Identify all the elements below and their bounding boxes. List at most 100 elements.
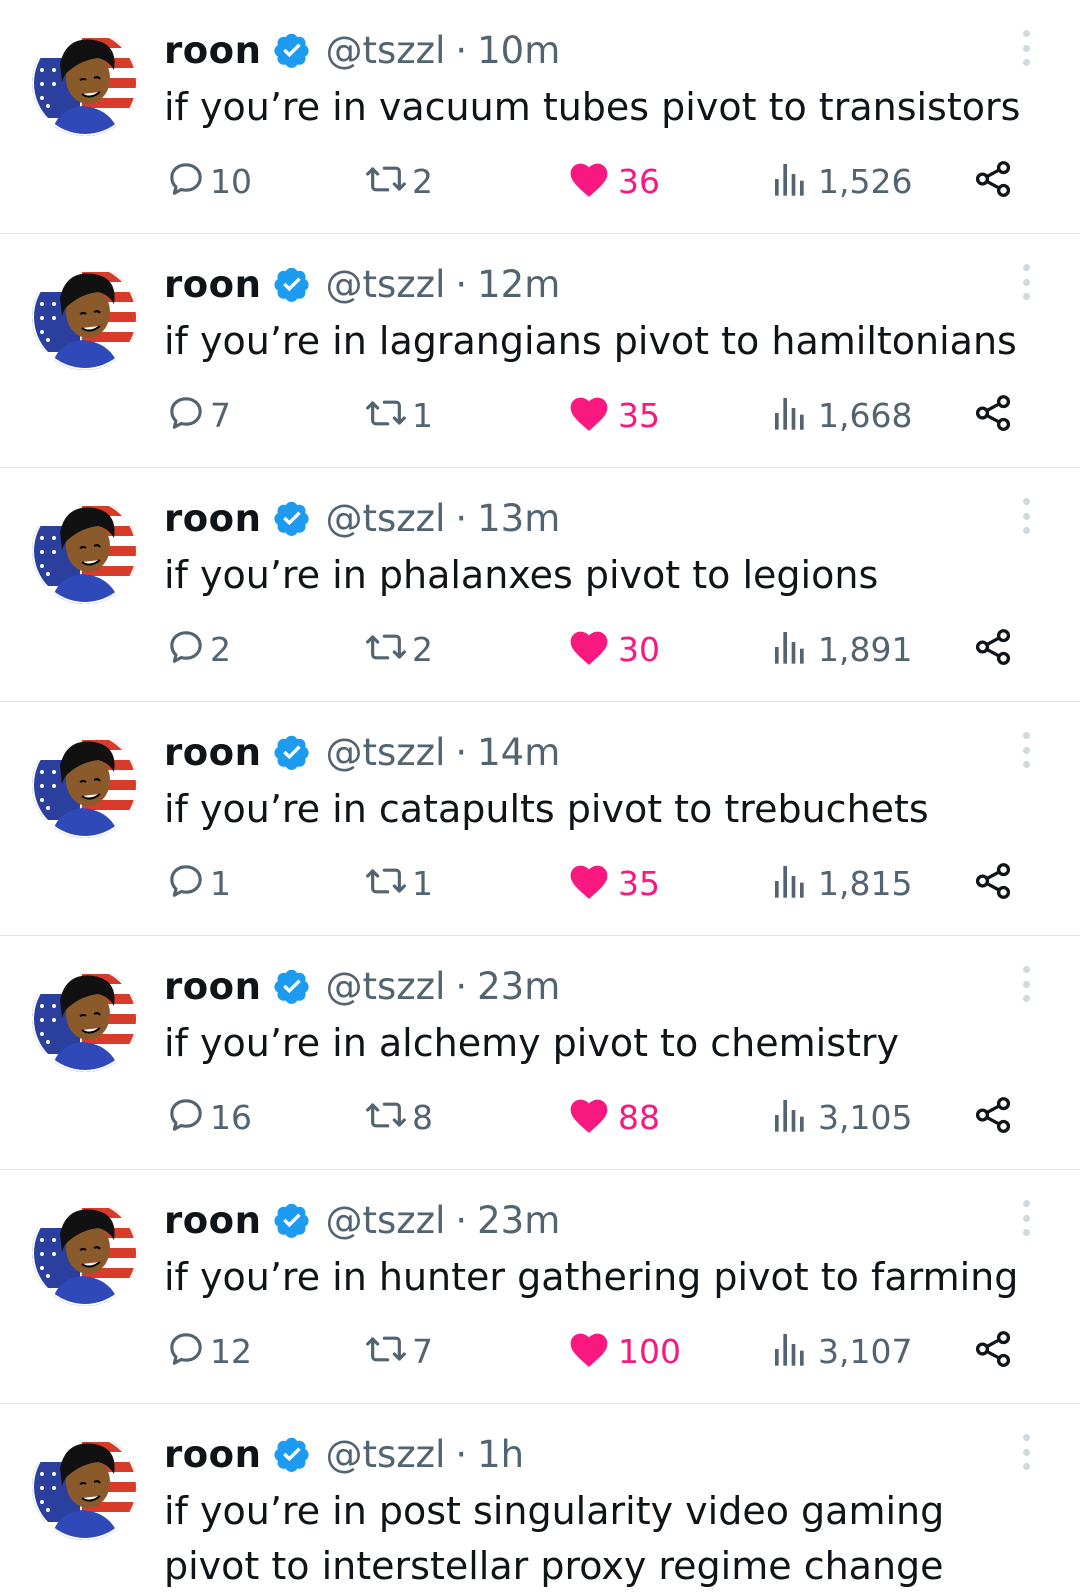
tweet[interactable]: roon @tszzl · 13m if you’re in phalanxes… xyxy=(0,468,1080,702)
tweet[interactable]: roon @tszzl · 1h if you’re in post singu… xyxy=(0,1404,1080,1593)
views-icon xyxy=(772,159,808,203)
like-button[interactable]: 36 xyxy=(568,156,660,206)
views-button[interactable]: 1,891 xyxy=(772,624,912,674)
views-count: 1,891 xyxy=(818,629,913,669)
more-icon[interactable] xyxy=(1020,1200,1032,1236)
timestamp[interactable]: 23m xyxy=(477,965,560,1008)
retweet-button[interactable]: 1 xyxy=(364,390,433,440)
more-icon[interactable] xyxy=(1020,732,1032,768)
timestamp[interactable]: 10m xyxy=(477,29,560,72)
views-button[interactable]: 1,815 xyxy=(772,858,912,908)
views-button[interactable]: 3,105 xyxy=(772,1092,912,1142)
display-name[interactable]: roon xyxy=(164,1433,261,1476)
reply-icon xyxy=(166,1329,206,1373)
more-icon[interactable] xyxy=(1020,30,1032,66)
more-icon[interactable] xyxy=(1020,966,1032,1002)
tweet-actions: 2 2 30 1,891 xyxy=(0,624,1080,674)
share-icon xyxy=(972,626,1014,672)
share-icon xyxy=(972,1094,1014,1140)
retweet-button[interactable]: 7 xyxy=(364,1326,433,1376)
display-name[interactable]: roon xyxy=(164,731,261,774)
retweet-icon xyxy=(364,1329,408,1373)
tweet[interactable]: roon @tszzl · 23m if you’re in alchemy p… xyxy=(0,936,1080,1170)
views-icon xyxy=(772,1329,808,1373)
reply-button[interactable]: 10 xyxy=(166,156,252,206)
handle[interactable]: @tszzl xyxy=(325,1199,445,1242)
tweet[interactable]: roon @tszzl · 23m if you’re in hunter ga… xyxy=(0,1170,1080,1404)
tweet[interactable]: roon @tszzl · 14m if you’re in catapults… xyxy=(0,702,1080,936)
avatar[interactable] xyxy=(32,264,138,370)
reply-button[interactable]: 7 xyxy=(166,390,231,440)
handle[interactable]: @tszzl xyxy=(325,29,445,72)
timestamp[interactable]: 12m xyxy=(477,263,560,306)
separator: · xyxy=(455,1198,468,1242)
like-button[interactable]: 88 xyxy=(568,1092,660,1142)
reply-button[interactable]: 12 xyxy=(166,1326,252,1376)
share-button[interactable] xyxy=(972,1092,1014,1142)
display-name[interactable]: roon xyxy=(164,29,261,72)
timestamp[interactable]: 13m xyxy=(477,497,560,540)
share-button[interactable] xyxy=(972,858,1014,908)
verified-badge-icon xyxy=(273,31,311,69)
share-button[interactable] xyxy=(972,156,1014,206)
timestamp[interactable]: 23m xyxy=(477,1199,560,1242)
reply-count: 7 xyxy=(210,395,231,435)
reply-count: 2 xyxy=(210,629,231,669)
retweet-button[interactable]: 2 xyxy=(364,156,433,206)
separator: · xyxy=(455,964,468,1008)
share-icon xyxy=(972,1328,1014,1374)
reply-button[interactable]: 1 xyxy=(166,858,231,908)
tweet-text: if you’re in catapults pivot to trebuche… xyxy=(164,787,929,831)
views-button[interactable]: 1,526 xyxy=(772,156,912,206)
more-icon[interactable] xyxy=(1020,264,1032,300)
reply-button[interactable]: 2 xyxy=(166,624,231,674)
handle[interactable]: @tszzl xyxy=(325,497,445,540)
views-count: 1,526 xyxy=(818,161,913,201)
like-button[interactable]: 35 xyxy=(568,390,660,440)
retweet-button[interactable]: 8 xyxy=(364,1092,433,1142)
like-count: 36 xyxy=(618,161,660,201)
tweet-text: if you’re in alchemy pivot to chemistry xyxy=(164,1021,900,1065)
reply-count: 16 xyxy=(210,1097,252,1137)
retweet-button[interactable]: 1 xyxy=(364,858,433,908)
avatar[interactable] xyxy=(32,498,138,604)
tweet[interactable]: roon @tszzl · 12m if you’re in lagrangia… xyxy=(0,234,1080,468)
tweet-actions: 10 2 36 1,526 xyxy=(0,156,1080,206)
avatar[interactable] xyxy=(32,1200,138,1306)
avatar[interactable] xyxy=(32,1434,138,1540)
share-button[interactable] xyxy=(972,624,1014,674)
like-button[interactable]: 100 xyxy=(568,1326,681,1376)
avatar[interactable] xyxy=(32,732,138,838)
tweet-header: roon @tszzl · 1h xyxy=(164,1430,524,1478)
like-button[interactable]: 35 xyxy=(568,858,660,908)
display-name[interactable]: roon xyxy=(164,497,261,540)
avatar[interactable] xyxy=(32,30,138,136)
retweet-icon xyxy=(364,861,408,905)
views-button[interactable]: 3,107 xyxy=(772,1326,912,1376)
timestamp[interactable]: 14m xyxy=(477,731,560,774)
reply-count: 10 xyxy=(210,161,252,201)
retweet-button[interactable]: 2 xyxy=(364,624,433,674)
tweet-header: roon @tszzl · 10m xyxy=(164,26,560,74)
reply-button[interactable]: 16 xyxy=(166,1092,252,1142)
handle[interactable]: @tszzl xyxy=(325,263,445,306)
more-icon[interactable] xyxy=(1020,498,1032,534)
handle[interactable]: @tszzl xyxy=(325,731,445,774)
reply-icon xyxy=(166,861,206,905)
views-button[interactable]: 1,668 xyxy=(772,390,912,440)
like-button[interactable]: 30 xyxy=(568,624,660,674)
handle[interactable]: @tszzl xyxy=(325,965,445,1008)
retweet-icon xyxy=(364,627,408,671)
timestamp[interactable]: 1h xyxy=(477,1433,524,1476)
display-name[interactable]: roon xyxy=(164,965,261,1008)
handle[interactable]: @tszzl xyxy=(325,1433,445,1476)
display-name[interactable]: roon xyxy=(164,263,261,306)
share-button[interactable] xyxy=(972,1326,1014,1376)
tweet[interactable]: roon @tszzl · 10m if you’re in vacuum tu… xyxy=(0,0,1080,234)
display-name[interactable]: roon xyxy=(164,1199,261,1242)
verified-badge-icon xyxy=(273,733,311,771)
share-button[interactable] xyxy=(972,390,1014,440)
more-icon[interactable] xyxy=(1020,1434,1032,1470)
reply-icon xyxy=(166,393,206,437)
avatar[interactable] xyxy=(32,966,138,1072)
